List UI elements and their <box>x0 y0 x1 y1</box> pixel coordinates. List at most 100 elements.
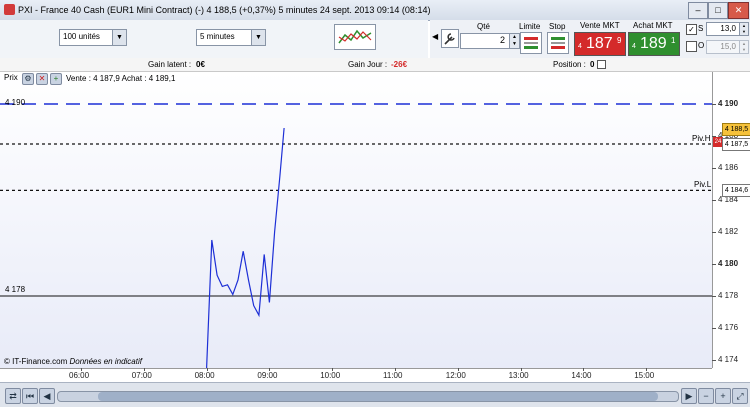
y-tick-label: 4 178 <box>718 291 739 300</box>
price-chart-svg <box>0 103 712 368</box>
sell-label: Vente MKT <box>580 21 620 30</box>
s-value-input[interactable]: 13,0 <box>706 22 740 36</box>
stop-order-button[interactable] <box>547 32 569 54</box>
y-tick-mark <box>712 200 716 201</box>
sell-price-main: 187 <box>586 35 613 52</box>
x-tick-label: 06:00 <box>69 371 90 380</box>
x-tick-mark <box>395 368 396 371</box>
info-bar: Gain latent : 0€ Gain Jour : -26€ Positi… <box>0 58 750 72</box>
scrollbar-thumb[interactable] <box>98 392 658 401</box>
layout-icon[interactable]: ⇄ <box>5 388 21 404</box>
quantity-unit-value: 100 unités <box>63 32 100 41</box>
piv-h-label: Piv.H <box>692 134 711 143</box>
maximize-button[interactable]: □ <box>708 2 728 19</box>
zoom-in-icon[interactable]: + <box>715 388 731 404</box>
o-stepper[interactable]: ▲ ▼ <box>739 40 749 54</box>
current-price-marker: 4 188,5 <box>722 123 750 136</box>
title-bar: PXI - France 40 Cash (EUR1 Mini Contract… <box>0 0 750 21</box>
o-checkbox[interactable] <box>686 41 697 52</box>
x-tick-mark <box>81 368 82 371</box>
expand-icon[interactable]: + <box>50 73 62 85</box>
x-tick-label: 09:00 <box>257 371 278 380</box>
edit-order-button[interactable] <box>441 29 459 48</box>
x-axis[interactable] <box>0 368 712 383</box>
prix-label: Prix <box>4 73 18 82</box>
window-title: PXI - France 40 Cash (EUR1 Mini Contract… <box>18 5 431 15</box>
stop-label: Stop <box>549 22 566 31</box>
scroll-left-icon[interactable]: ◀ <box>39 388 55 404</box>
interval-select[interactable]: 5 minutes ▼ <box>196 29 266 46</box>
copyright: © IT-Finance.com <box>4 357 68 366</box>
x-tick-mark <box>269 368 271 371</box>
price-chart[interactable]: Prix ⚙ ✕ + Vente : 4 187,9 Achat : 4 189… <box>0 72 712 368</box>
indicative-note: Données en indicatif <box>69 357 142 366</box>
x-tick-label: 15:00 <box>634 371 655 380</box>
y-tick-label: 4 182 <box>718 227 739 236</box>
chart-toolbar: 100 unités ▼ 5 minutes ▼ <box>0 20 428 59</box>
y-tick-mark <box>712 104 716 105</box>
o-value-input[interactable]: 15,0 <box>706 40 740 54</box>
close-button[interactable]: ✕ <box>728 2 749 19</box>
zoom-out-icon[interactable]: − <box>698 388 714 404</box>
y-tick-mark <box>712 168 716 169</box>
fit-icon[interactable]: ⤢ <box>732 388 748 404</box>
interval-value: 5 minutes <box>200 32 235 41</box>
chevron-down-icon: ▼ <box>112 30 126 45</box>
order-panel: ◀ Qté 2 ▲ ▼ Limite Stop Vente MKT 4 187 9… <box>430 20 750 59</box>
qty-input[interactable]: 2 <box>460 33 510 49</box>
horizontal-scrollbar[interactable] <box>57 391 679 402</box>
s-stepper[interactable]: ▲ ▼ <box>739 22 749 36</box>
price-line <box>206 127 285 368</box>
x-tick-mark <box>332 368 334 371</box>
gain-latent-label: Gain latent : <box>148 60 192 69</box>
x-tick-label: 12:00 <box>445 371 466 380</box>
qty-value: 2 <box>499 35 505 45</box>
prix-header: Prix <box>4 73 18 82</box>
quantity-unit-select[interactable]: 100 unités ▼ <box>59 29 127 46</box>
x-tick-mark <box>206 368 208 371</box>
piv-l-marker: 4 184,6 <box>722 184 750 197</box>
x-tick-label: 08:00 <box>194 371 215 380</box>
x-tick-mark <box>143 368 145 371</box>
position-box-icon <box>597 60 606 69</box>
x-tick-label: 11:00 <box>383 371 403 380</box>
sell-market-button[interactable]: 4 187 9 <box>574 32 626 56</box>
buy-price-prefix: 4 <box>632 43 636 50</box>
gain-jour-label: Gain Jour : <box>348 60 388 69</box>
quote-text: Vente : 4 187,9 Achat : 4 189,1 <box>66 74 176 83</box>
wrench-icon <box>444 33 455 45</box>
gain-latent-value: 0€ <box>196 60 205 69</box>
x-tick-mark <box>646 368 648 371</box>
s-label: S <box>698 24 704 33</box>
y-tick-mark <box>712 328 716 329</box>
source-text: © IT-Finance.com Données en indicatif <box>4 357 142 366</box>
x-tick-label: 13:00 <box>508 371 529 380</box>
buy-market-button[interactable]: 4 189 1 <box>628 32 680 56</box>
bottom-toolbar: ⇄ ⏮ ◀ ▶ − + ⤢ <box>0 382 750 407</box>
y-tick-label: 4 186 <box>718 163 739 172</box>
scroll-start-icon[interactable]: ⏮ <box>22 388 38 404</box>
buy-price-decimal: 1 <box>671 36 676 45</box>
sell-price-marker: 4 187,5 <box>722 138 750 151</box>
s-checkbox[interactable]: ✓ <box>686 24 697 35</box>
position-value: 0 <box>590 60 595 69</box>
x-tick-mark <box>583 368 585 371</box>
collapse-arrow-icon[interactable]: ◀ <box>432 32 438 41</box>
x-tick-mark <box>457 368 459 371</box>
y-tick-label: 4 190 <box>718 99 739 108</box>
piv-l-label: Piv.L <box>694 180 712 189</box>
indicators-button[interactable] <box>334 24 376 50</box>
limit-order-button[interactable] <box>520 32 542 54</box>
qty-label: Qté <box>477 22 490 31</box>
minimize-button[interactable]: – <box>688 2 708 19</box>
level-4178-label: 4 178 <box>5 285 26 294</box>
wrench-icon[interactable]: ⚙ <box>22 73 34 85</box>
sell-price-prefix: 4 <box>578 43 582 50</box>
o-label: O <box>698 41 705 50</box>
qty-stepper[interactable]: ▲ ▼ <box>509 33 520 49</box>
scroll-right-icon[interactable]: ▶ <box>681 388 697 404</box>
chevron-down-icon: ▼ <box>251 30 265 45</box>
y-tick-mark <box>712 264 716 265</box>
close-indicator-icon[interactable]: ✕ <box>36 73 48 85</box>
s-value: 13,0 <box>720 24 736 33</box>
